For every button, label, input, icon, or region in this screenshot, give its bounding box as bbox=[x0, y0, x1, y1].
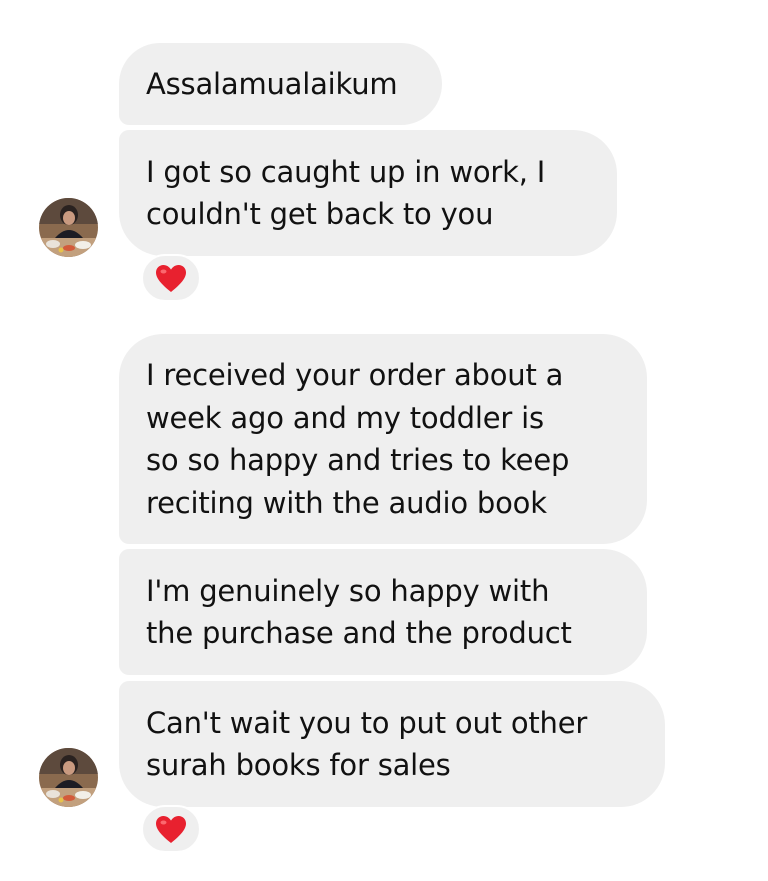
avatar-photo bbox=[39, 748, 98, 807]
avatar-photo bbox=[39, 198, 98, 257]
message-bubble[interactable]: I received your order about a week ago a… bbox=[119, 334, 647, 544]
message-bubble[interactable]: I got so caught up in work, I couldn't g… bbox=[119, 130, 617, 256]
message-bubble[interactable]: Assalamualaikum bbox=[119, 43, 442, 125]
heart-icon bbox=[156, 264, 186, 292]
heart-icon bbox=[156, 815, 186, 843]
message-bubble[interactable]: Can't wait you to put out other surah bo… bbox=[119, 681, 665, 807]
sender-avatar[interactable] bbox=[39, 198, 98, 257]
reaction-badge[interactable] bbox=[141, 254, 201, 302]
sender-avatar[interactable] bbox=[39, 748, 98, 807]
reaction-badge[interactable] bbox=[141, 805, 201, 853]
message-bubble[interactable]: I'm genuinely so happy with the purchase… bbox=[119, 549, 647, 675]
